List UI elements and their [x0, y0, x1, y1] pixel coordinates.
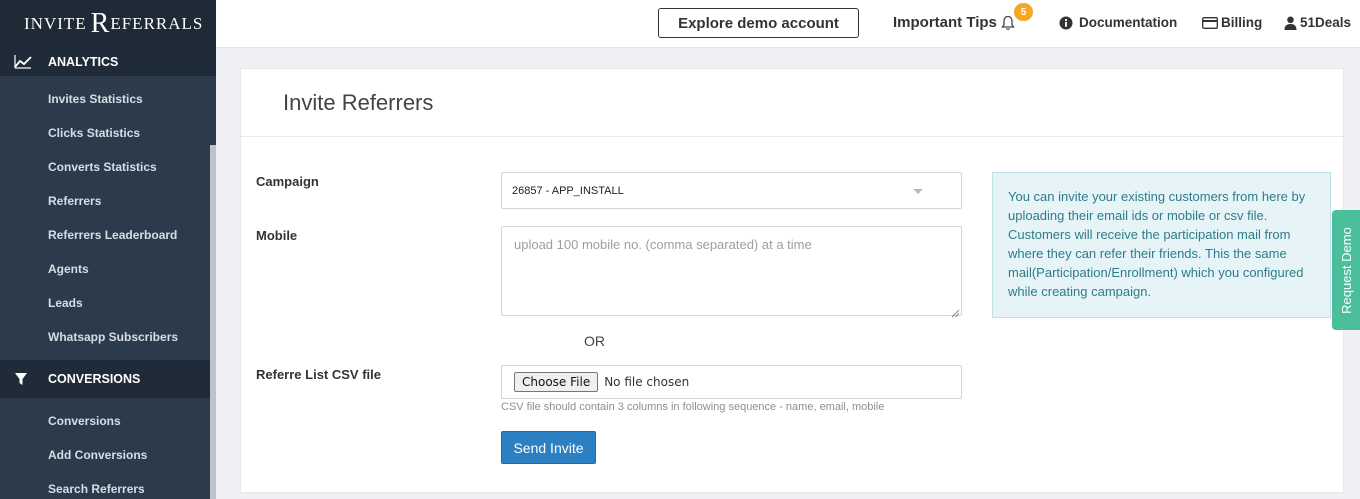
campaign-select[interactable]: 26857 - APP_INSTALL	[501, 172, 962, 209]
sidebar-item-add-conversions[interactable]: Add Conversions	[0, 438, 216, 472]
or-divider-text: OR	[584, 333, 605, 349]
sidebar-item-referrers-leaderboard[interactable]: Referrers Leaderboard	[0, 218, 216, 252]
user-icon	[1284, 16, 1297, 30]
sidebar-scrollbar[interactable]	[210, 145, 216, 499]
send-invite-button[interactable]: Send Invite	[501, 431, 596, 464]
user-menu[interactable]: 51Deals	[1284, 15, 1351, 30]
campaign-label: Campaign	[256, 174, 319, 189]
sidebar-item-converts-statistics[interactable]: Converts Statistics	[0, 150, 216, 184]
sidebar-item-whatsapp-subscribers[interactable]: Whatsapp Subscribers	[0, 320, 216, 354]
top-bar: Explore demo account Important Tips 5 Do…	[216, 0, 1360, 48]
credit-card-icon	[1202, 16, 1218, 29]
mobile-label: Mobile	[256, 228, 298, 243]
invite-referrers-card: Invite Referrers Campaign 26857 - APP_IN…	[240, 68, 1344, 493]
file-status-text: No file chosen	[604, 375, 690, 389]
campaign-selected-value: 26857 - APP_INSTALL	[512, 184, 624, 197]
tips-count-badge: 5	[1014, 3, 1033, 21]
mobile-input[interactable]	[501, 226, 962, 316]
conversions-section-label: CONVERSIONS	[48, 372, 141, 386]
csv-file-label: Referre List CSV file	[256, 367, 381, 382]
sidebar: INVITE R EFERRALS ANALYTICS Invites Stat…	[0, 0, 216, 499]
conversions-nav-list: Conversions Add Conversions Search Refer…	[0, 398, 216, 499]
page-title: Invite Referrers	[283, 89, 434, 115]
choose-file-button[interactable]: Choose File	[514, 372, 599, 392]
request-demo-tab[interactable]: Request Demo	[1332, 210, 1360, 330]
documentation-link[interactable]: Documentation	[1059, 15, 1177, 30]
request-demo-label: Request Demo	[1338, 226, 1354, 314]
card-header: Invite Referrers	[241, 69, 1343, 137]
sidebar-item-leads[interactable]: Leads	[0, 286, 216, 320]
sidebar-item-referrers[interactable]: Referrers	[0, 184, 216, 218]
sidebar-item-agents[interactable]: Agents	[0, 252, 216, 286]
info-box: You can invite your existing customers f…	[992, 172, 1331, 318]
sidebar-item-conversions[interactable]: Conversions	[0, 404, 216, 438]
csv-file-input[interactable]: Choose File No file chosen	[501, 365, 962, 399]
important-tips-link[interactable]: Important Tips	[893, 14, 1015, 31]
billing-label: Billing	[1221, 15, 1263, 30]
sidebar-item-search-referrers[interactable]: Search Referrers	[0, 472, 216, 499]
logo-text-invite: INVITE	[24, 14, 87, 33]
important-tips-label: Important Tips	[893, 14, 997, 31]
filter-icon	[14, 372, 34, 386]
sidebar-item-invites-statistics[interactable]: Invites Statistics	[0, 82, 216, 116]
csv-help-text: CSV file should contain 3 columns in fol…	[501, 401, 885, 413]
line-chart-icon	[14, 55, 34, 69]
sidebar-item-clicks-statistics[interactable]: Clicks Statistics	[0, 116, 216, 150]
info-circle-icon	[1059, 16, 1073, 30]
logo-text-eferrals: EFERRALS	[110, 14, 204, 33]
conversions-section-header[interactable]: CONVERSIONS	[0, 360, 216, 398]
analytics-section-header[interactable]: ANALYTICS	[0, 48, 216, 76]
bell-icon	[1001, 15, 1015, 31]
resize-handle-icon[interactable]	[951, 305, 960, 323]
user-name: 51Deals	[1300, 15, 1352, 30]
analytics-nav-list: Invites Statistics Clicks Statistics Con…	[0, 76, 216, 354]
app-logo[interactable]: INVITE R EFERRALS	[0, 0, 216, 48]
chevron-down-icon	[913, 189, 923, 194]
logo-text-r: R	[90, 8, 111, 39]
explore-demo-button[interactable]: Explore demo account	[658, 8, 859, 38]
billing-link[interactable]: Billing	[1202, 15, 1262, 30]
analytics-section-label: ANALYTICS	[48, 55, 119, 69]
documentation-label: Documentation	[1079, 15, 1178, 30]
